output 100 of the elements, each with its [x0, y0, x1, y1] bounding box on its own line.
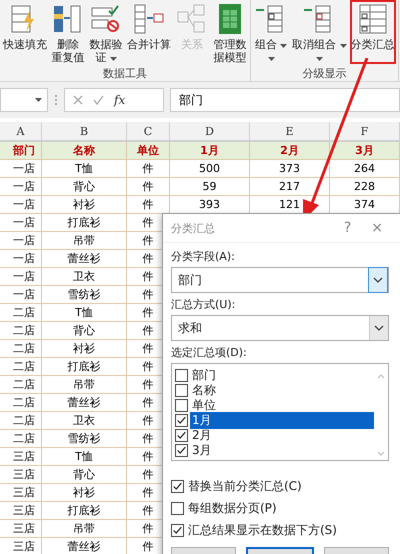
list-item[interactable]: 1月: [190, 412, 374, 429]
insert-function-button[interactable]: fx: [114, 93, 126, 107]
table-cell: 名称: [42, 142, 127, 160]
table-cell: 雪纺衫: [42, 430, 127, 448]
table-cell: 三店: [0, 466, 42, 484]
checkbox-label[interactable]: 每组数据分页(P): [188, 500, 277, 516]
checkbox[interactable]: [175, 384, 188, 397]
table-cell: 三店: [0, 448, 42, 466]
table-cell: 打底衫: [42, 214, 127, 232]
checkbox[interactable]: [175, 369, 188, 382]
field-label: 汇总方式(U):: [171, 297, 236, 312]
table-cell: 件: [127, 160, 170, 178]
table-cell: 卫衣: [42, 412, 127, 430]
table-cell: T恤: [42, 448, 127, 466]
column-header[interactable]: F: [330, 122, 400, 141]
table-cell: 3月: [330, 142, 400, 160]
close-button[interactable]: ×: [365, 220, 389, 236]
table-cell: 衬衫: [42, 340, 127, 358]
table-cell: 吊带: [42, 376, 127, 394]
checkbox-label[interactable]: 汇总结果显示在数据下方(S): [188, 522, 337, 538]
table-cell: 单位: [127, 142, 170, 160]
checkbox[interactable]: [175, 429, 188, 442]
table-cell: 蕾丝衫: [42, 538, 127, 554]
caret-icon: [280, 44, 288, 48]
table-cell: 蕾丝衫: [42, 394, 127, 412]
table-cell: 373: [250, 160, 330, 178]
dialog-title: 分类汇总: [171, 220, 216, 236]
table-cell: 背心: [42, 322, 127, 340]
table-cell: 一店: [0, 250, 42, 268]
list-item[interactable]: 3月: [190, 442, 374, 459]
table-cell: 二店: [0, 340, 42, 358]
table-cell: 228: [330, 178, 400, 196]
table-cell: 打底衫: [42, 502, 127, 520]
column-header[interactable]: D: [170, 122, 250, 141]
column-header[interactable]: E: [250, 122, 330, 141]
table-cell: T恤: [42, 304, 127, 322]
table-cell: 一店: [0, 286, 42, 304]
table-cell: 二店: [0, 412, 42, 430]
help-button[interactable]: ?: [338, 220, 358, 236]
table-cell: 一店: [0, 268, 42, 286]
field-label: 分类字段(A):: [171, 249, 236, 264]
table-cell: 三店: [0, 520, 42, 538]
ribbon-button[interactable]: 取消组合: [291, 0, 348, 64]
table-cell: 雪纺衫: [42, 286, 127, 304]
column-header[interactable]: C: [127, 122, 170, 141]
checkbox-label[interactable]: 替换当前分类汇总(C): [188, 478, 302, 494]
group-label: 数据工具: [103, 66, 147, 82]
ribbon-button[interactable]: 组合: [253, 0, 289, 64]
list-item[interactable]: 名称: [190, 382, 374, 399]
column-header[interactable]: B: [42, 122, 127, 141]
dropdown-field[interactable]: 部门: [171, 267, 389, 293]
dropdown-field[interactable]: 求和: [171, 315, 389, 341]
table-cell: 二店: [0, 430, 42, 448]
ribbon-button[interactable]: 管理数 据模型: [212, 0, 248, 64]
table-cell: 衬衫: [42, 484, 127, 502]
table-cell: 一店: [0, 160, 42, 178]
caret-icon: [110, 57, 117, 61]
checkbox[interactable]: [175, 414, 188, 427]
table-cell: 500: [170, 160, 250, 178]
table-cell: 2月: [250, 142, 330, 160]
table-cell: 一店: [0, 214, 42, 232]
table-cell: 衬衫: [42, 196, 127, 214]
table-cell: 1月: [170, 142, 250, 160]
table-cell: 59: [170, 178, 250, 196]
list-item[interactable]: 单位: [190, 397, 374, 414]
checkbox[interactable]: [175, 399, 188, 412]
table-cell: 二店: [0, 322, 42, 340]
list-item[interactable]: 部门: [190, 367, 374, 384]
ribbon-button[interactable]: 数据验 证: [88, 0, 124, 64]
table-cell: T恤: [42, 160, 127, 178]
caret-icon: [268, 57, 274, 61]
table-cell: 吊带: [42, 232, 127, 250]
table-cell: 卫衣: [42, 268, 127, 286]
table-cell: 打底衫: [42, 358, 127, 376]
chevron-icon: [374, 325, 384, 331]
table-cell: 三店: [0, 538, 42, 554]
checkbox[interactable]: [175, 444, 188, 457]
list-item[interactable]: 2月: [190, 427, 374, 444]
table-cell: 一店: [0, 178, 42, 196]
checkbox[interactable]: [171, 524, 184, 536]
dropdown-icon: [35, 98, 42, 102]
ribbon-button[interactable]: 合并计算: [126, 0, 172, 64]
table-cell: 二店: [0, 358, 42, 376]
table-cell: 二店: [0, 394, 42, 412]
table-cell: 件: [127, 178, 170, 196]
ribbon-button[interactable]: 删除 重复值: [50, 0, 86, 64]
table-cell: 吊带: [42, 520, 127, 538]
formula-field[interactable]: 部门: [170, 88, 400, 112]
table-cell: 264: [330, 160, 400, 178]
checkbox[interactable]: [171, 480, 184, 492]
chevron-icon: [373, 277, 383, 283]
column-header[interactable]: A: [0, 122, 42, 141]
ribbon-button[interactable]: 快速填充: [2, 0, 48, 64]
caret-icon: [316, 57, 323, 61]
table-cell: 三店: [0, 484, 42, 502]
grip-icon: [54, 93, 58, 107]
table-cell: 一店: [0, 196, 42, 214]
table-cell: 背心: [42, 466, 127, 484]
table-cell: 二店: [0, 376, 42, 394]
checkbox[interactable]: [171, 502, 184, 514]
